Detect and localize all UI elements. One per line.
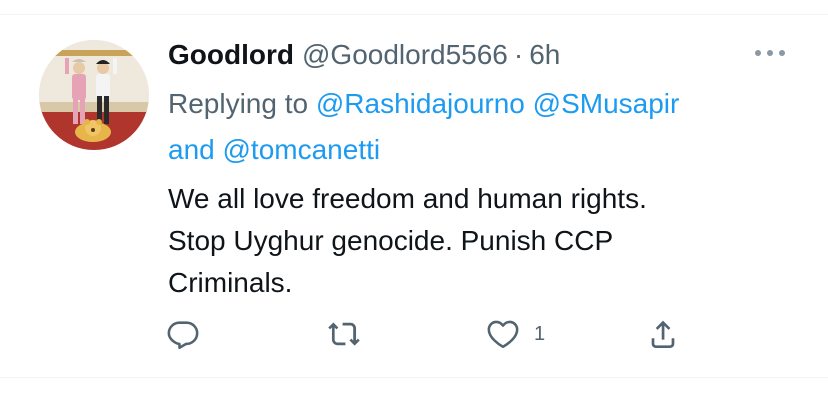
mention-joiner: and [168, 134, 215, 165]
tweet-text-line: Stop Uyghur genocide. Punish CCP [168, 225, 614, 256]
more-dot-icon [767, 50, 773, 56]
tweet-header: Goodlord @Goodlord5566 · 6h [168, 37, 560, 73]
heart-icon [487, 320, 519, 349]
tweet-actions: 1 [0, 314, 828, 354]
reply-button[interactable] [166, 314, 200, 354]
avatar-photo [39, 40, 149, 150]
bottom-divider [0, 377, 828, 378]
user-handle[interactable]: @Goodlord5566 [302, 39, 508, 70]
tweet-text-line: Criminals. [168, 267, 293, 298]
tweet-text: We all love freedom and human rights. St… [168, 178, 788, 304]
avatar[interactable] [39, 40, 149, 150]
display-name[interactable]: Goodlord [168, 39, 294, 70]
replying-to: Replying to @Rashidajourno @SMusapir and… [168, 81, 788, 173]
tweet-text-line: We all love freedom and human rights. [168, 183, 647, 214]
top-divider [0, 14, 828, 15]
mention-link[interactable]: @SMusapir [533, 88, 680, 119]
more-dot-icon [755, 50, 761, 56]
retweet-button[interactable] [326, 314, 362, 354]
like-button[interactable]: 1 [486, 314, 545, 354]
more-options-button[interactable] [755, 38, 785, 68]
more-dot-icon [779, 50, 785, 56]
timestamp[interactable]: 6h [529, 39, 560, 70]
replying-to-label: Replying to [168, 88, 309, 119]
share-button[interactable] [646, 314, 680, 354]
retweet-icon [328, 322, 360, 346]
share-icon [651, 320, 675, 349]
mention-link[interactable]: @tomcanetti [223, 134, 381, 165]
like-count: 1 [534, 322, 546, 345]
separator-dot: · [513, 39, 524, 70]
reply-icon [167, 321, 199, 350]
mention-link[interactable]: @Rashidajourno [316, 88, 525, 119]
